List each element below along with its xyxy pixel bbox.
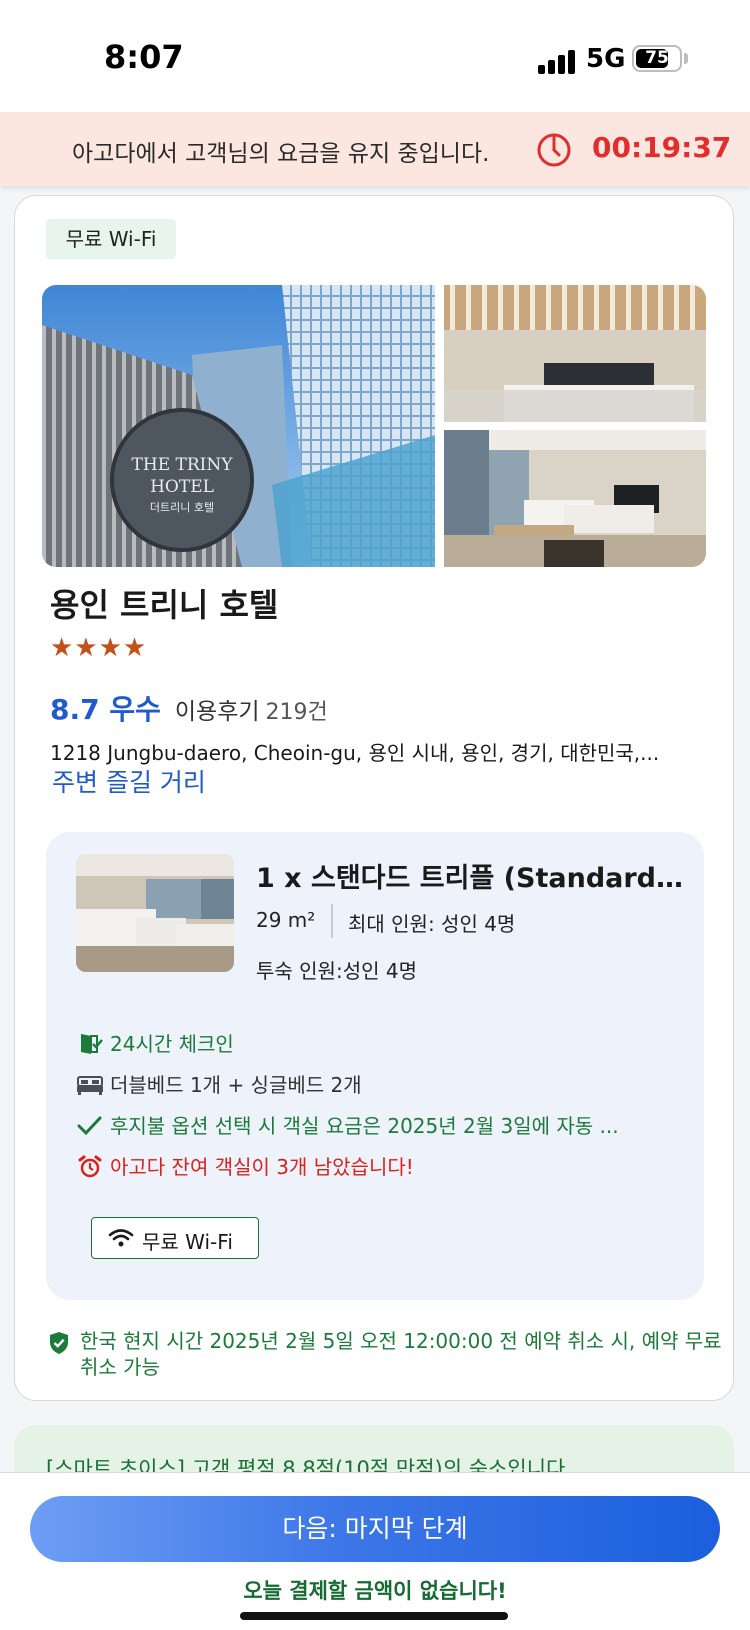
feature-text: 아고다 잔여 객실이 3개 남았습니다! [110, 1155, 414, 1179]
hotel-room-photo[interactable] [444, 430, 706, 567]
feature-text: 후지불 옵션 선택 시 객실 요금은 2025년 2월 3일에 자동 ... [110, 1114, 619, 1138]
battery-icon: 75 [632, 45, 682, 72]
hotel-logo-text-2: HOTEL [150, 477, 214, 497]
room-guests: 투숙 인원:성인 4명 [256, 959, 417, 983]
timer-icon [537, 133, 571, 167]
battery-level: 75 [645, 48, 669, 68]
price-hold-banner: 아고다에서 고객님의 요금을 유지 중입니다. 00:19:37 [0, 112, 750, 186]
star-rating: ★★★★ [50, 633, 148, 663]
hotel-logo-korean: 더트리니 호텔 [150, 501, 214, 514]
wifi-badge-label: 무료 Wi-Fi [142, 1230, 233, 1254]
hotel-address: 1218 Jungbu-daero, Cheoin-gu, 용인 시내, 용인,… [50, 741, 660, 765]
home-indicator [240, 1612, 508, 1620]
hold-countdown-timer: 00:19:37 [592, 131, 732, 164]
review-score-row[interactable]: 8.7 우수 이용후기 219건 [50, 688, 328, 728]
room-max-capacity: 최대 인원: 성인 4명 [348, 912, 516, 936]
hotel-logo-text: THE TRINY [132, 455, 234, 475]
next-step-button[interactable]: 다음: 마지막 단계 [30, 1496, 720, 1562]
network-label: 5G [586, 44, 626, 74]
hotel-exterior-photo[interactable]: THE TRINY HOTEL 더트리니 호텔 [42, 285, 435, 567]
status-bar: 8:07 5G 75 [0, 0, 750, 112]
nearby-attractions-link[interactable]: 주변 즐길 거리 [52, 763, 206, 799]
feature-text: 더블베드 1개 + 싱글베드 2개 [110, 1073, 362, 1097]
room-photo[interactable] [76, 854, 234, 972]
pay-today-note: 오늘 결제할 금액이 없습니다! [243, 1579, 507, 1603]
free-wifi-tag: 무료 Wi-Fi [46, 219, 176, 259]
bed-icon [77, 1076, 103, 1095]
feature-text: 24시간 체크인 [110, 1032, 234, 1056]
status-time: 8:07 [104, 38, 184, 76]
check-icon [77, 1116, 102, 1136]
hotel-name: 용인 트리니 호텔 [50, 586, 279, 624]
wifi-icon [108, 1229, 134, 1247]
signal-icon [538, 50, 576, 74]
room-size: 29 m² [256, 908, 316, 932]
hotel-lobby-photo[interactable] [444, 285, 706, 422]
checkin-door-icon [81, 1034, 103, 1054]
price-hold-message: 아고다에서 고객님의 요금을 유지 중입니다. [72, 141, 490, 167]
review-label: 이용후기 [174, 699, 260, 725]
alarm-clock-icon [78, 1155, 102, 1178]
free-wifi-badge: 무료 Wi-Fi [91, 1217, 259, 1259]
review-score: 8.7 우수 [50, 693, 161, 726]
cancellation-text: 한국 현지 시간 2025년 2월 5일 오전 12:00:00 전 예약 취소… [80, 1329, 722, 1379]
shield-check-icon [50, 1332, 68, 1354]
review-count: 219건 [265, 700, 328, 725]
room-name: 1 x 스탠다드 트리플 (Standard... [256, 863, 686, 894]
